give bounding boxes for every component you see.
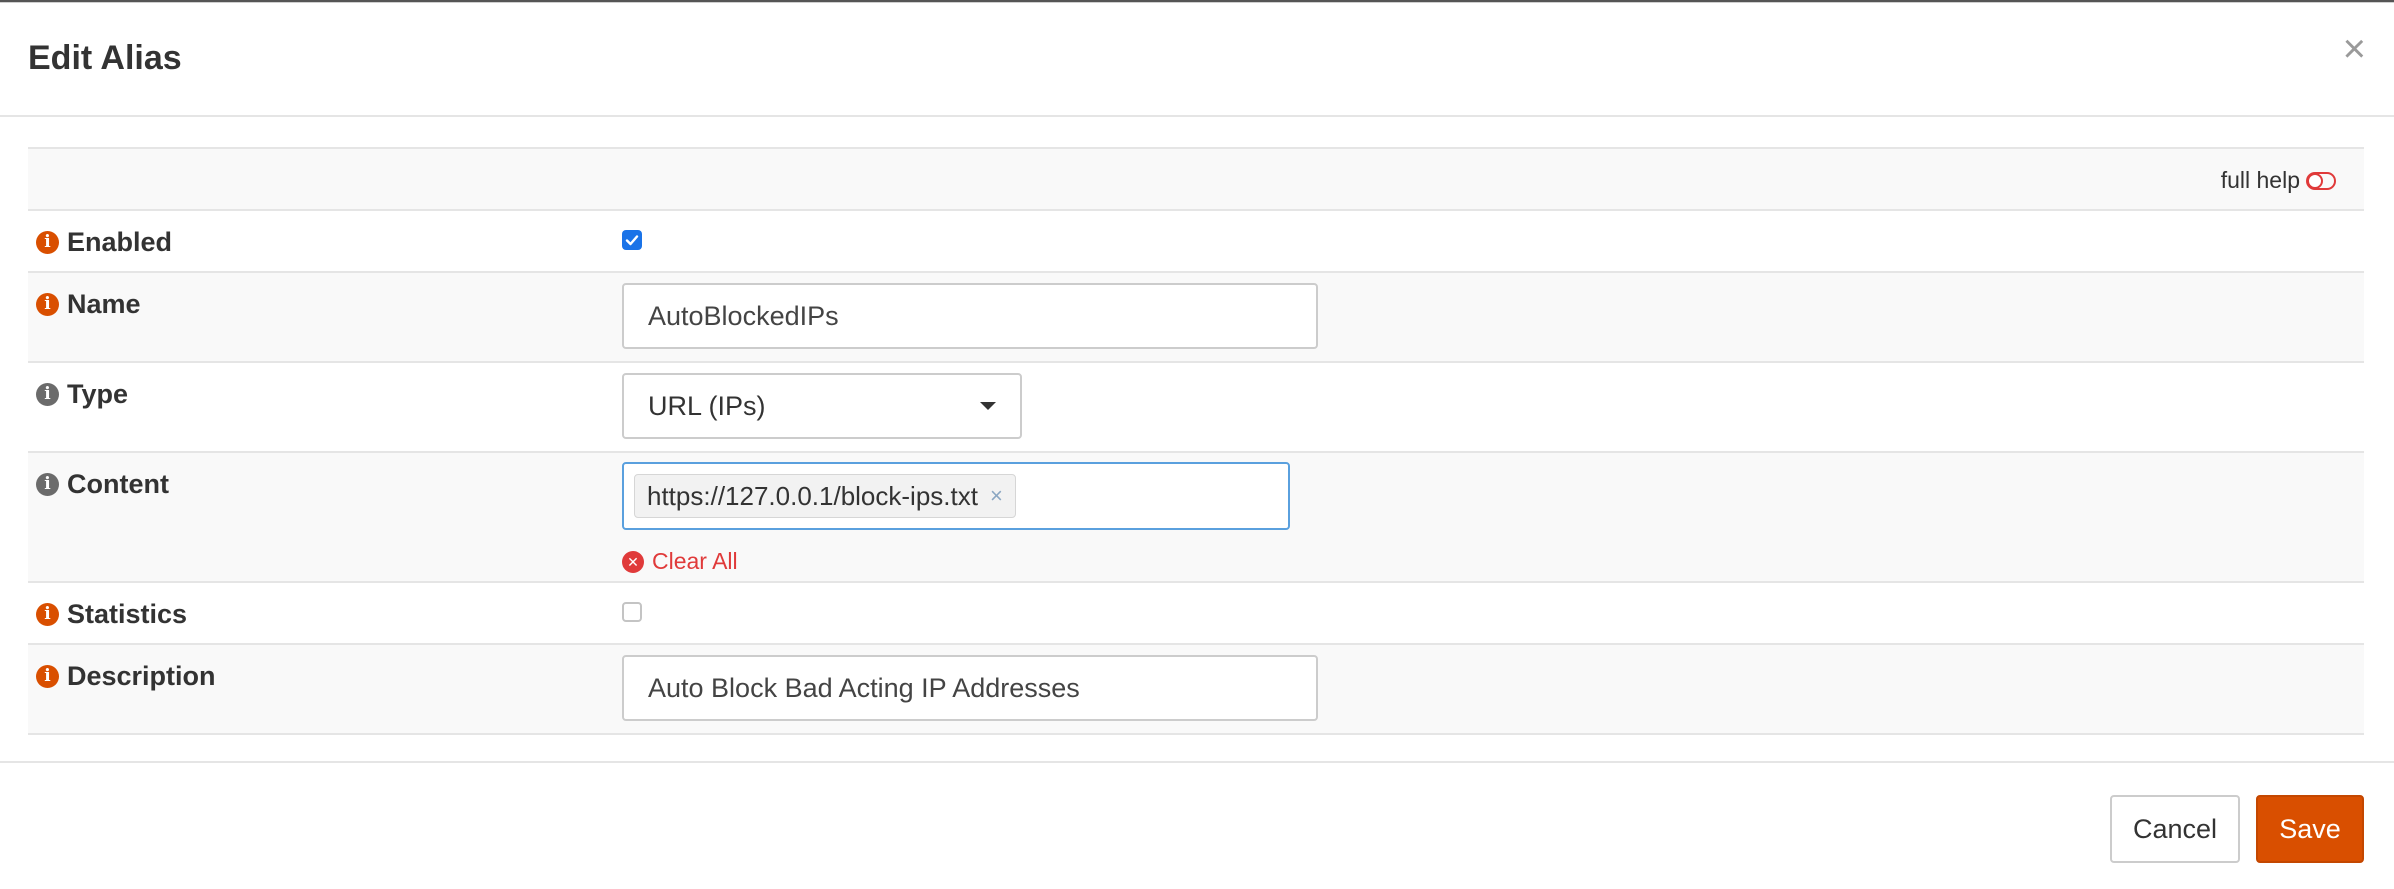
type-row: i Type URL (IPs) [28,361,2364,451]
name-field: AutoBlockedIPs [622,283,1318,349]
dialog-header: Edit Alias × [0,3,2394,117]
dialog-title: Edit Alias [28,39,182,77]
content-row: i Content https://127.0.0.1/block-ips.tx… [28,451,2364,581]
info-icon[interactable]: i [36,665,59,688]
description-field: Auto Block Bad Acting IP Addresses [622,655,1318,721]
save-button[interactable]: Save [2256,795,2364,863]
statistics-field [622,602,642,622]
type-selected-value: URL (IPs) [648,390,766,421]
toggle-off-icon [2306,171,2336,190]
statistics-row: i Statistics [28,581,2364,643]
description-row: i Description Auto Block Bad Acting IP A… [28,643,2364,735]
edit-alias-dialog: Edit Alias × full help i Enabled i Name … [0,2,2394,887]
content-tag-text: https://127.0.0.1/block-ips.txt [647,480,978,511]
description-label: i Description [36,661,216,692]
alias-form: full help i Enabled i Name AutoBlockedIP… [28,147,2364,735]
statistics-checkbox[interactable] [622,602,642,622]
name-row: i Name AutoBlockedIPs [28,271,2364,361]
cancel-button[interactable]: Cancel [2110,795,2240,863]
caret-down-icon [980,402,996,410]
enabled-field [622,230,642,250]
info-icon[interactable]: i [36,293,59,316]
type-label: i Type [36,379,128,410]
description-input[interactable]: Auto Block Bad Acting IP Addresses [622,655,1318,721]
enabled-row: i Enabled [28,209,2364,271]
name-input[interactable]: AutoBlockedIPs [622,283,1318,349]
full-help-label: full help [2220,167,2300,193]
info-icon[interactable]: i [36,603,59,626]
content-tag-input[interactable]: https://127.0.0.1/block-ips.txt × [622,462,1290,530]
statistics-label: i Statistics [36,599,187,630]
info-icon[interactable]: i [36,473,59,496]
name-label: i Name [36,289,141,320]
help-row: full help [28,147,2364,209]
type-select[interactable]: URL (IPs) [622,373,1022,439]
clear-all-label: Clear All [652,548,738,574]
dialog-footer: Cancel Save [0,761,2394,889]
close-icon[interactable]: × [2343,29,2366,69]
enabled-label: i Enabled [36,227,172,258]
content-tag: https://127.0.0.1/block-ips.txt × [634,474,1016,518]
times-circle-icon: ✕ [622,550,644,573]
tag-remove-icon[interactable]: × [990,483,1003,509]
type-field: URL (IPs) [622,373,1022,439]
full-help-toggle[interactable]: full help [2221,167,2336,194]
check-icon [625,235,639,246]
content-label: i Content [36,469,169,500]
content-field: https://127.0.0.1/block-ips.txt × ✕ Clea… [622,462,1290,574]
clear-all-link[interactable]: ✕ Clear All [622,548,738,575]
info-icon[interactable]: i [36,383,59,406]
info-icon[interactable]: i [36,231,59,254]
enabled-checkbox[interactable] [622,230,642,250]
